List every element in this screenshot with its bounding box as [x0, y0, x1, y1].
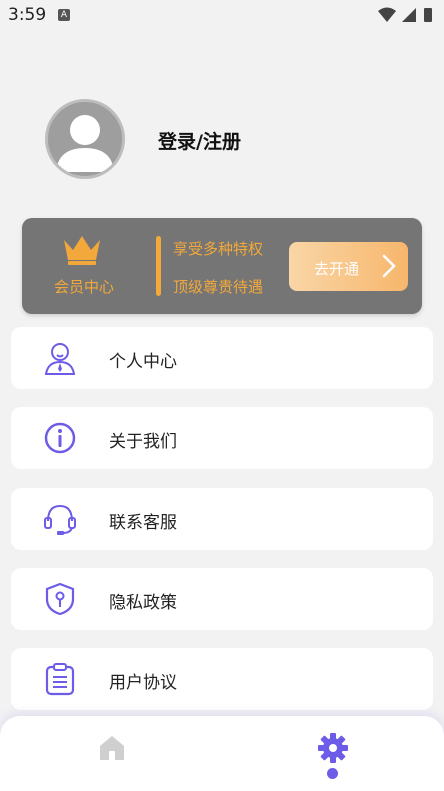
signal-icon [402, 8, 416, 22]
user-silhouette-icon [56, 115, 114, 172]
menu-label-about-us: 关于我们 [109, 432, 177, 452]
vip-divider [156, 236, 161, 296]
menu-label-personal-center: 个人中心 [109, 352, 177, 372]
chevron-right-icon [382, 254, 396, 278]
vip-card[interactable]: 会员中心 享受多种特权 顶级尊贵待遇 去开通 [22, 218, 422, 314]
vip-benefit-line2: 顶级尊贵待遇 [173, 278, 264, 296]
login-register-link[interactable]: 登录/注册 [158, 127, 241, 154]
menu-item-personal-center[interactable]: 个人中心 [11, 327, 433, 389]
menu-label-privacy-policy: 隐私政策 [109, 593, 177, 613]
menu-item-privacy-policy[interactable]: 隐私政策 [11, 568, 433, 630]
activate-vip-label: 去开通 [314, 260, 360, 278]
menu-label-user-agreement: 用户协议 [109, 673, 177, 693]
avatar[interactable] [45, 99, 125, 179]
vip-benefit-line1: 享受多种特权 [173, 240, 264, 258]
battery-icon [424, 8, 432, 22]
profile-section[interactable]: 登录/注册 [0, 95, 444, 185]
person-icon [44, 343, 76, 375]
home-icon[interactable] [97, 733, 127, 763]
gear-icon[interactable] [317, 732, 349, 764]
status-icons [378, 7, 432, 22]
active-tab-indicator [327, 768, 338, 779]
shield-icon [45, 582, 75, 616]
bottom-tab-bar [0, 716, 444, 791]
vip-center-label: 会员中心 [54, 278, 115, 296]
menu-item-customer-service[interactable]: 联系客服 [11, 488, 433, 550]
activate-vip-button[interactable]: 去开通 [289, 242, 408, 291]
status-bar: 3:59 A [0, 0, 444, 32]
crown-icon [64, 236, 100, 265]
headset-icon [44, 504, 76, 535]
notification-a-icon: A [58, 9, 70, 21]
menu-item-about-us[interactable]: 关于我们 [11, 407, 433, 469]
clipboard-icon [45, 663, 75, 696]
menu-label-customer-service: 联系客服 [109, 513, 177, 533]
info-icon [44, 422, 76, 454]
wifi-icon [378, 7, 396, 22]
menu-item-user-agreement[interactable]: 用户协议 [11, 648, 433, 710]
status-time: 3:59 [8, 5, 47, 25]
